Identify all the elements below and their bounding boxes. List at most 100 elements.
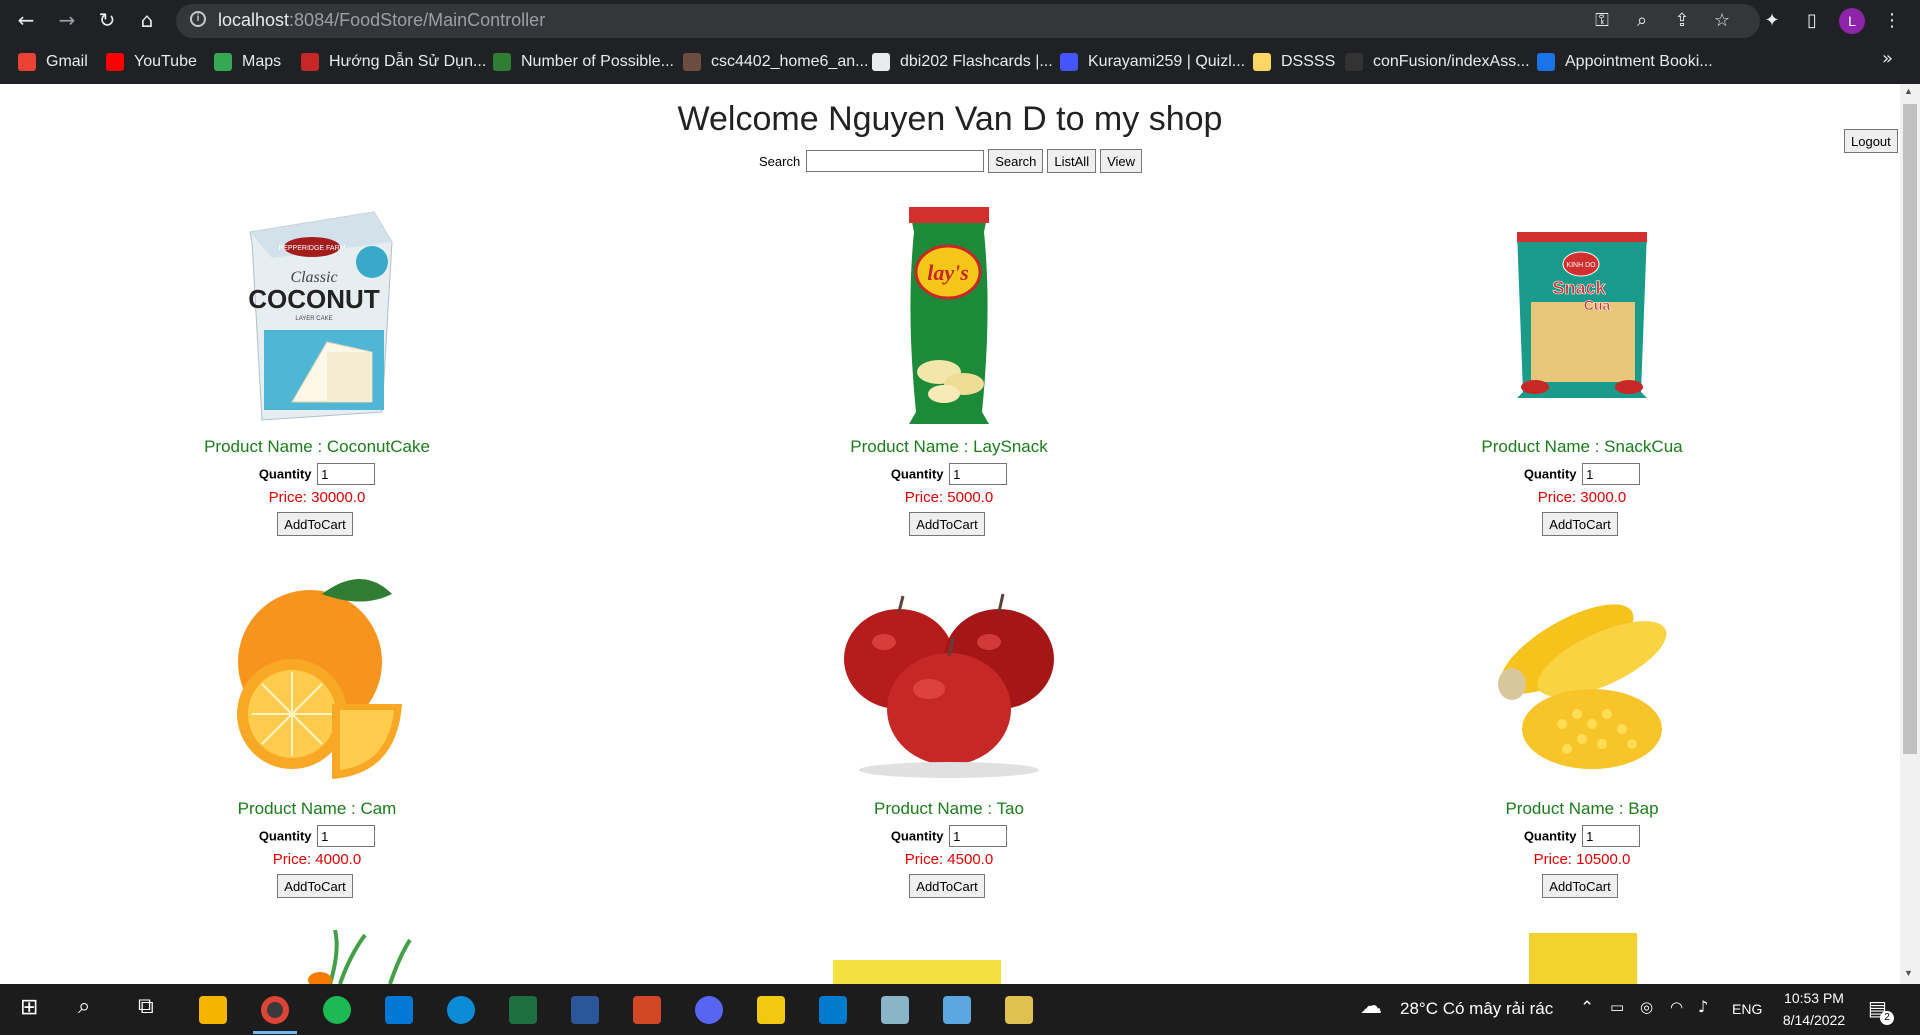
bookmark-kurayami[interactable]: Kurayami259 | Quizl... bbox=[1060, 51, 1245, 73]
task-view-icon[interactable]: ⧉ bbox=[138, 994, 154, 1019]
network-icon[interactable]: ◎ bbox=[1640, 998, 1653, 1016]
svg-text:KINH DO: KINH DO bbox=[1566, 262, 1596, 269]
quantity-input[interactable] bbox=[1582, 825, 1641, 847]
reload-icon[interactable]: ↻ bbox=[95, 8, 119, 32]
quantity-input[interactable] bbox=[317, 825, 376, 847]
add-to-cart-button[interactable]: AddToCart bbox=[909, 512, 985, 536]
product-card-laysnack: lay's Product Name : LaySnack Quantity P… bbox=[749, 202, 1149, 536]
quantity-input[interactable] bbox=[949, 825, 1008, 847]
star-bookmark-icon[interactable]: ☆ bbox=[1710, 9, 1734, 33]
globe-favicon-icon bbox=[872, 53, 890, 71]
appointment-favicon-icon bbox=[1537, 53, 1555, 71]
listall-button[interactable]: ListAll bbox=[1047, 149, 1097, 173]
home-icon[interactable]: ⌂ bbox=[135, 8, 159, 32]
product-name: Product Name : LaySnack bbox=[850, 437, 1048, 456]
view-button[interactable]: View bbox=[1100, 149, 1143, 173]
tray-chevron-icon[interactable]: ⌃ bbox=[1580, 998, 1594, 1018]
scroll-down-arrow-icon[interactable]: ▼ bbox=[1904, 968, 1913, 978]
browser-toolbar: ← → ↻ ⌂ i localhost:8084/FoodStore/MainC… bbox=[0, 0, 1920, 41]
logout-button[interactable]: Logout bbox=[1844, 129, 1898, 153]
bookmark-number-possible[interactable]: Number of Possible... bbox=[493, 51, 674, 73]
mail-icon[interactable] bbox=[385, 996, 413, 1024]
forward-arrow-icon[interactable]: → bbox=[55, 8, 79, 32]
scroll-up-arrow-icon[interactable]: ▲ bbox=[1904, 86, 1913, 96]
excel-icon[interactable] bbox=[509, 996, 537, 1024]
add-to-cart-button[interactable]: AddToCart bbox=[277, 512, 353, 536]
geeks-favicon-icon bbox=[493, 53, 511, 71]
apples-image bbox=[844, 593, 1054, 778]
active-app-indicator bbox=[253, 1031, 297, 1034]
site-info-icon[interactable]: i bbox=[190, 11, 206, 27]
back-arrow-icon[interactable]: ← bbox=[14, 8, 38, 32]
chrome-icon[interactable] bbox=[261, 996, 289, 1024]
product-price: Price: 10500.0 bbox=[1533, 851, 1631, 868]
bookmark-csc4402[interactable]: csc4402_home6_an... bbox=[683, 51, 868, 73]
share-icon[interactable]: ⇪ bbox=[1670, 9, 1694, 33]
svg-text:COCONUT: COCONUT bbox=[248, 284, 380, 314]
bookmark-appointment[interactable]: Appointment Booki... bbox=[1537, 51, 1713, 73]
wifi-icon[interactable]: ◠ bbox=[1670, 998, 1683, 1016]
bookmark-favicon-icon bbox=[301, 53, 319, 71]
bookmark-maps[interactable]: Maps bbox=[214, 51, 281, 73]
menu-kebab-icon[interactable]: ⋮ bbox=[1880, 9, 1904, 33]
bookmarks-overflow-icon[interactable]: » bbox=[1882, 48, 1893, 69]
bookmark-youtube[interactable]: YouTube bbox=[106, 51, 197, 73]
search-icon[interactable]: ⌕ bbox=[78, 994, 90, 1019]
url-text[interactable]: localhost:8084/FoodStore/MainController bbox=[218, 10, 545, 31]
add-to-cart-button[interactable]: AddToCart bbox=[1542, 874, 1618, 898]
volume-icon[interactable]: ♪ bbox=[1698, 997, 1708, 1016]
weather-text[interactable]: 28°C Có mây rải rác bbox=[1400, 999, 1553, 1019]
app-icon[interactable] bbox=[881, 996, 909, 1024]
bookmark-huong-dan[interactable]: Hướng Dẫn Sử Dụn... bbox=[301, 51, 486, 73]
quizlet-icon bbox=[1060, 53, 1078, 71]
discord-icon[interactable] bbox=[695, 996, 723, 1024]
search-input[interactable] bbox=[806, 150, 985, 172]
snipping-tool-icon[interactable] bbox=[757, 996, 785, 1024]
quantity-input[interactable] bbox=[317, 463, 376, 485]
product-card-tao: Product Name : Tao Quantity Price: 4500.… bbox=[749, 564, 1149, 898]
bookmark-dbi202[interactable]: dbi202 Flashcards |... bbox=[872, 51, 1053, 73]
clock-time[interactable]: 10:53 PM bbox=[1784, 990, 1844, 1006]
bookmark-dsss[interactable]: DSSSS bbox=[1253, 51, 1335, 73]
side-panel-icon[interactable]: ▯ bbox=[1800, 9, 1824, 33]
zoom-icon[interactable]: ⌕ bbox=[1630, 9, 1654, 33]
search-label: Search bbox=[759, 153, 801, 169]
clock-date[interactable]: 8/14/2022 bbox=[1778, 1012, 1850, 1028]
vscode-icon[interactable] bbox=[819, 996, 847, 1024]
maps-pin-icon bbox=[214, 53, 232, 71]
bookmark-confusion[interactable]: conFusion/indexAss... bbox=[1345, 51, 1530, 73]
gmail-icon bbox=[18, 53, 36, 71]
word-icon[interactable] bbox=[571, 996, 599, 1024]
spotify-icon[interactable] bbox=[323, 996, 351, 1024]
profile-avatar[interactable]: L bbox=[1839, 8, 1865, 34]
extensions-puzzle-icon[interactable]: ✦ bbox=[1760, 9, 1784, 33]
quantity-label: Quantity bbox=[258, 828, 312, 844]
bookmark-gmail[interactable]: Gmail bbox=[18, 51, 88, 73]
product-price: Price: 4000.0 bbox=[272, 851, 362, 868]
product-card-cam: Product Name : Cam Quantity Price: 4000.… bbox=[117, 564, 517, 898]
language-indicator[interactable]: ENG bbox=[1732, 1001, 1762, 1017]
folder-icon bbox=[1253, 53, 1271, 71]
windows-start-icon[interactable]: ⊞ bbox=[20, 994, 38, 1020]
coconut-cake-image: PEPPERIDGE FARM Classic COCONUT LAYER CA… bbox=[248, 211, 393, 421]
add-to-cart-button[interactable]: AddToCart bbox=[277, 874, 353, 898]
file-explorer-icon[interactable] bbox=[199, 996, 227, 1024]
product-card-bap: Product Name : Bap Quantity Price: 10500… bbox=[1382, 564, 1782, 898]
orange-image bbox=[237, 579, 402, 779]
quantity-input[interactable] bbox=[949, 463, 1008, 485]
svg-text:PEPPERIDGE FARM: PEPPERIDGE FARM bbox=[279, 245, 346, 252]
edge-icon[interactable] bbox=[447, 996, 475, 1024]
quantity-input[interactable] bbox=[1582, 463, 1641, 485]
svg-text:Cua: Cua bbox=[1584, 297, 1611, 313]
add-to-cart-button[interactable]: AddToCart bbox=[1542, 512, 1618, 536]
battery-icon[interactable]: ▭ bbox=[1610, 998, 1624, 1016]
add-to-cart-button[interactable]: AddToCart bbox=[909, 874, 985, 898]
search-button[interactable]: Search bbox=[988, 149, 1044, 173]
scrollbar-thumb[interactable] bbox=[1903, 104, 1917, 754]
weather-cloud-icon[interactable]: ☁ bbox=[1360, 993, 1382, 1019]
git-icon[interactable] bbox=[1005, 996, 1033, 1024]
virtualbox-icon[interactable] bbox=[943, 996, 971, 1024]
powerpoint-icon[interactable] bbox=[633, 996, 661, 1024]
yellow-box-image-partial bbox=[833, 960, 1001, 984]
key-icon[interactable]: ⚿ bbox=[1590, 9, 1614, 33]
